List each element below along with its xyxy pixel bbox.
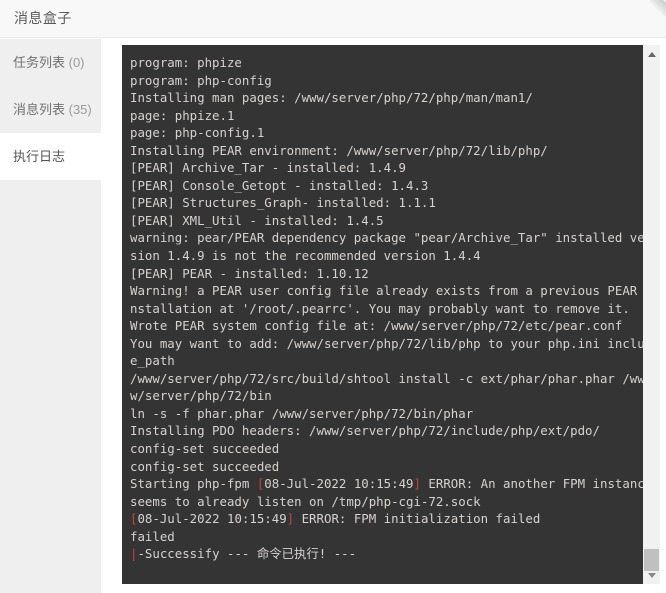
console-line: w/server/php/72/bin bbox=[130, 387, 637, 405]
console-line: [PEAR] Console_Getopt - installed: 1.4.3 bbox=[130, 177, 637, 195]
console-line: |-Successify --- 命令已执行! --- bbox=[130, 545, 637, 563]
console-text: ERROR: An another FPM instance bbox=[420, 476, 643, 492]
console-line: [PEAR] PEAR - installed: 1.10.12 bbox=[130, 265, 637, 283]
console-line: Installing PDO headers: /www/server/php/… bbox=[130, 422, 637, 440]
sidebar-item-label: 任务列表 bbox=[13, 55, 66, 70]
console-text: Installing PDO headers: /www/server/php/… bbox=[130, 423, 600, 439]
console-text: page: phpize.1 bbox=[130, 107, 235, 123]
console-text: w/server/php/72/bin bbox=[130, 388, 272, 404]
console-line: Warning! a PEAR user config file already… bbox=[130, 282, 637, 300]
console-text: [PEAR] PEAR - installed: 1.10.12 bbox=[130, 265, 369, 281]
console-text: Installing man pages: /www/server/php/72… bbox=[130, 90, 533, 106]
console-text: Warning! a PEAR user config file already… bbox=[130, 283, 643, 299]
console-text: ln -s -f phar.phar /www/server/php/72/bi… bbox=[130, 405, 474, 421]
scroll-down-arrow-icon[interactable] bbox=[643, 567, 660, 584]
modal-corner-decoration bbox=[650, 0, 666, 16]
console-line: config-set succeeded bbox=[130, 440, 637, 458]
console-text: Wrote PEAR system config file at: /www/s… bbox=[130, 318, 623, 334]
console-text: [PEAR] Structures_Graph- installed: 1.1.… bbox=[130, 195, 436, 211]
triangle-up-icon bbox=[647, 51, 656, 57]
console-text: program: php-config bbox=[130, 72, 272, 88]
console-text-error: ] bbox=[413, 476, 421, 492]
sidebar-item-label: 执行日志 bbox=[13, 149, 66, 164]
console-text: Starting php-fpm bbox=[130, 476, 257, 492]
console-scrollbar[interactable] bbox=[643, 45, 660, 584]
console-text: Installing PEAR environment: /www/server… bbox=[130, 142, 548, 158]
console-line: Installing man pages: /www/server/php/72… bbox=[130, 89, 637, 107]
console-text: config-set succeeded bbox=[130, 441, 280, 457]
message-box-modal: 消息盒子 任务列表 (0) 消息列表 (35) 执行日志 program: phpi… bbox=[0, 0, 666, 593]
console-text: [PEAR] XML_Util - installed: 1.4.5 bbox=[130, 212, 384, 228]
console-text: 08-Jul-2022 10:15:49 bbox=[264, 476, 414, 492]
console-line: ln -s -f phar.phar /www/server/php/72/bi… bbox=[130, 405, 637, 423]
page-title: 消息盒子 bbox=[14, 10, 72, 26]
console-text: program: phpize bbox=[130, 55, 242, 70]
console-line: e_path bbox=[130, 352, 637, 370]
console-text: [PEAR] Console_Getopt - installed: 1.4.3 bbox=[130, 177, 429, 193]
console-text: -Successify --- 命令已执行! --- bbox=[137, 546, 357, 562]
console-line: Wrote PEAR system config file at: /www/s… bbox=[130, 317, 637, 335]
console-output: program: phpize program: php-config Instal… bbox=[122, 45, 643, 571]
console-text: e_path bbox=[130, 353, 175, 369]
console-text: warning: pear/PEAR dependency package "p… bbox=[130, 230, 643, 246]
console-text: ERROR: FPM initialization failed bbox=[294, 511, 541, 527]
console-line: [08-Jul-2022 10:15:49] ERROR: FPM initia… bbox=[130, 510, 637, 528]
console-line: You may want to add: /www/server/php/72/… bbox=[130, 335, 643, 353]
console-line: [PEAR] Archive_Tar - installed: 1.4.9 bbox=[130, 159, 637, 177]
console-line: failed bbox=[130, 528, 637, 546]
console-line: [PEAR] XML_Util - installed: 1.4.5 bbox=[130, 212, 637, 230]
sidebar-item-count: (0) bbox=[65, 55, 85, 70]
sidebar-item-task-list[interactable]: 任务列表 (0) bbox=[0, 39, 101, 86]
console-line: [PEAR] Structures_Graph- installed: 1.1.… bbox=[130, 194, 637, 212]
console-text: [PEAR] Archive_Tar - installed: 1.4.9 bbox=[130, 160, 407, 176]
console-text: /www/server/php/72/src/build/shtool inst… bbox=[130, 370, 643, 386]
sidebar-item-count: (35) bbox=[65, 102, 92, 117]
sidebar-item-label: 消息列表 bbox=[13, 102, 66, 117]
modal-header: 消息盒子 bbox=[0, 0, 666, 38]
modal-body: 任务列表 (0) 消息列表 (35) 执行日志 program: phpize pro… bbox=[0, 39, 666, 593]
console-text: page: php-config.1 bbox=[130, 125, 265, 141]
console-line: /www/server/php/72/src/build/shtool inst… bbox=[130, 370, 643, 388]
console-line: Installing PEAR environment: /www/server… bbox=[130, 142, 637, 160]
console-line: Starting php-fpm [08-Jul-2022 10:15:49] … bbox=[130, 475, 643, 493]
console-text: You may want to add: /www/server/php/72/… bbox=[130, 335, 643, 351]
sidebar-item-execution-log[interactable]: 执行日志 bbox=[0, 133, 101, 180]
console-text: nstallation at '/root/.pearrc'. You may … bbox=[130, 300, 630, 316]
console-line: sion 1.4.9 is not the recommended versio… bbox=[130, 247, 637, 265]
console-line: program: php-config bbox=[130, 72, 637, 90]
sidebar-nav: 任务列表 (0) 消息列表 (35) 执行日志 bbox=[0, 39, 101, 593]
console-line: program: phpize bbox=[130, 54, 637, 72]
execution-log-console[interactable]: program: phpize program: php-config Instal… bbox=[122, 45, 643, 584]
console-text: failed bbox=[130, 528, 175, 544]
scroll-up-arrow-icon[interactable] bbox=[643, 45, 660, 62]
console-line: config-set succeeded bbox=[130, 458, 637, 476]
sidebar-item-message-list[interactable]: 消息列表 (35) bbox=[0, 86, 101, 133]
console-text: config-set succeeded bbox=[130, 458, 280, 474]
console-line: page: php-config.1 bbox=[130, 124, 637, 142]
console-line: page: phpize.1 bbox=[130, 107, 637, 125]
triangle-down-icon bbox=[647, 572, 656, 578]
console-text: sion 1.4.9 is not the recommended versio… bbox=[130, 248, 481, 264]
console-text: seems to already listen on /tmp/php-cgi-… bbox=[130, 493, 481, 509]
console-line: seems to already listen on /tmp/php-cgi-… bbox=[130, 493, 637, 511]
console-line: nstallation at '/root/.pearrc'. You may … bbox=[130, 300, 637, 318]
console-line: warning: pear/PEAR dependency package "p… bbox=[130, 229, 643, 247]
console-text: 08-Jul-2022 10:15:49 bbox=[137, 511, 287, 527]
